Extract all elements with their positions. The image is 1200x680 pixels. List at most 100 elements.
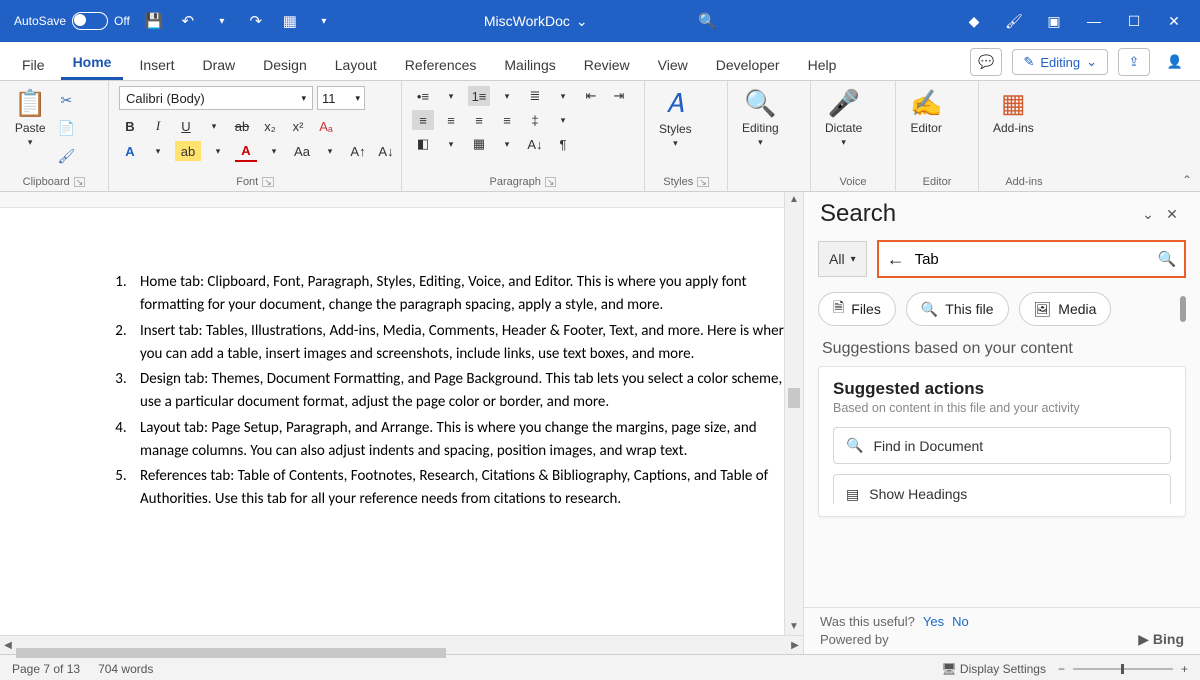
list-item[interactable]: Insert tab: Tables, Illustrations, Add-i… bbox=[130, 320, 803, 367]
subscript-button[interactable]: x₂ bbox=[259, 116, 281, 136]
justify-button[interactable]: ≡ bbox=[496, 110, 518, 130]
copy-icon[interactable]: 📄 bbox=[54, 116, 78, 140]
align-center-button[interactable]: ≡ bbox=[440, 110, 462, 130]
superscript-button[interactable]: x² bbox=[287, 116, 309, 136]
dictate-button[interactable]: 🎤Dictate▾ bbox=[817, 84, 870, 152]
share-button[interactable]: ⇪ bbox=[1118, 48, 1150, 76]
pane-collapse-icon[interactable]: ⌄ bbox=[1136, 202, 1160, 226]
useful-no-link[interactable]: No bbox=[952, 614, 969, 629]
align-left-button[interactable]: ≡ bbox=[412, 110, 434, 130]
tab-layout[interactable]: Layout bbox=[323, 49, 389, 80]
multilevel-button[interactable]: ≣ bbox=[524, 86, 546, 106]
clear-format-button[interactable]: Aₐ bbox=[315, 116, 337, 136]
useful-yes-link[interactable]: Yes bbox=[923, 614, 944, 629]
action-show-headings[interactable]: ▤Show Headings bbox=[833, 474, 1171, 504]
tab-home[interactable]: Home bbox=[61, 46, 124, 80]
qa-dropdown-icon[interactable]: ▾ bbox=[314, 11, 334, 31]
tab-help[interactable]: Help bbox=[796, 49, 849, 80]
highlight-button[interactable]: ab bbox=[175, 141, 201, 161]
tab-developer[interactable]: Developer bbox=[704, 49, 792, 80]
show-marks-button[interactable]: ¶ bbox=[552, 134, 574, 154]
chip-media[interactable]: 🖼Media bbox=[1019, 292, 1112, 326]
styles-button[interactable]: 𝐴Styles▾ bbox=[651, 84, 700, 153]
ruler[interactable] bbox=[0, 192, 803, 208]
search-scope-select[interactable]: All▾ bbox=[818, 241, 867, 277]
dec-indent-button[interactable]: ⇤ bbox=[580, 86, 602, 106]
italic-button[interactable]: I bbox=[147, 116, 169, 136]
zoom-in-icon[interactable]: + bbox=[1181, 662, 1188, 676]
brush-icon[interactable]: 🖌 bbox=[1006, 13, 1022, 29]
underline-button[interactable]: U bbox=[175, 116, 197, 136]
qa-table-icon[interactable]: ▦ bbox=[280, 11, 300, 31]
tab-draw[interactable]: Draw bbox=[190, 49, 247, 80]
undo-icon[interactable]: ↶ bbox=[178, 11, 198, 31]
align-right-button[interactable]: ≡ bbox=[468, 110, 490, 130]
tab-mailings[interactable]: Mailings bbox=[492, 49, 567, 80]
pane-close-icon[interactable]: ✕ bbox=[1160, 202, 1184, 226]
borders-button[interactable]: ▦ bbox=[468, 134, 490, 154]
account-icon[interactable]: 👤 bbox=[1160, 49, 1190, 75]
tab-references[interactable]: References bbox=[393, 49, 489, 80]
window-icon[interactable]: ▣ bbox=[1046, 13, 1062, 29]
font-launcher[interactable]: ↘ bbox=[262, 177, 274, 187]
save-icon[interactable]: 💾 bbox=[144, 11, 164, 31]
minimize-button[interactable]: — bbox=[1086, 13, 1102, 29]
font-name-select[interactable]: Calibri (Body)▾ bbox=[119, 86, 313, 110]
list-item[interactable]: Design tab: Themes, Document Formatting,… bbox=[130, 368, 803, 415]
search-input[interactable] bbox=[913, 250, 1150, 269]
addins-button[interactable]: ▦Add-ins bbox=[985, 84, 1042, 139]
zoom-out-icon[interactable]: − bbox=[1058, 662, 1065, 676]
scroll-down-icon[interactable]: ▼ bbox=[785, 619, 803, 635]
grow-font-button[interactable]: A↑ bbox=[347, 141, 369, 161]
text-effects-button[interactable]: A bbox=[119, 141, 141, 161]
editor-button[interactable]: ✍Editor bbox=[902, 84, 950, 139]
collapse-ribbon-icon[interactable]: ⌃ bbox=[1182, 173, 1192, 187]
back-arrow-icon[interactable]: ← bbox=[879, 249, 913, 270]
cut-icon[interactable]: ✂ bbox=[54, 88, 78, 112]
comments-button[interactable]: 💬 bbox=[970, 48, 1002, 76]
sort-button[interactable]: A↓ bbox=[524, 134, 546, 154]
strike-button[interactable]: ab bbox=[231, 116, 253, 136]
clipboard-launcher[interactable]: ↘ bbox=[74, 177, 86, 187]
search-submit-icon[interactable]: 🔍 bbox=[1150, 250, 1184, 268]
diamond-icon[interactable]: ◆ bbox=[966, 13, 982, 29]
tab-file[interactable]: File bbox=[10, 49, 57, 80]
close-button[interactable]: ✕ bbox=[1166, 13, 1182, 29]
change-case-button[interactable]: Aa bbox=[291, 141, 313, 161]
zoom-control[interactable]: − + bbox=[1058, 662, 1188, 676]
scroll-up-icon[interactable]: ▲ bbox=[785, 192, 803, 208]
document-pane[interactable]: Home tab: Clipboard, Font, Paragraph, St… bbox=[0, 192, 803, 635]
chips-overflow-icon[interactable] bbox=[1180, 296, 1186, 322]
bullets-button[interactable]: •≡ bbox=[412, 86, 434, 106]
tab-design[interactable]: Design bbox=[251, 49, 319, 80]
shading-button[interactable]: ◧ bbox=[412, 134, 434, 154]
list-item[interactable]: Layout tab: Page Setup, Paragraph, and A… bbox=[130, 417, 803, 464]
shrink-font-button[interactable]: A↓ bbox=[375, 141, 397, 161]
bold-button[interactable]: B bbox=[119, 116, 141, 136]
vertical-scrollbar[interactable]: ▲ ▼ bbox=[784, 192, 803, 635]
maximize-button[interactable]: ☐ bbox=[1126, 13, 1142, 29]
underline-dropdown[interactable]: ▾ bbox=[203, 116, 225, 136]
chip-thisfile[interactable]: 🔍This file bbox=[906, 292, 1009, 326]
paragraph-launcher[interactable]: ↘ bbox=[545, 177, 557, 187]
document-title[interactable]: MiscWorkDoc ⌄ bbox=[484, 13, 588, 30]
editing-mode-button[interactable]: ✎ Editing ⌄ bbox=[1012, 49, 1108, 75]
font-size-select[interactable]: 11▾ bbox=[317, 86, 365, 110]
action-find-in-document[interactable]: 🔍Find in Document bbox=[833, 427, 1171, 464]
line-spacing-button[interactable]: ‡ bbox=[524, 110, 546, 130]
inc-indent-button[interactable]: ⇥ bbox=[608, 86, 630, 106]
numbering-button[interactable]: 1≡ bbox=[468, 86, 490, 106]
display-settings[interactable]: 🖥 Display Settings bbox=[941, 662, 1046, 676]
tab-insert[interactable]: Insert bbox=[127, 49, 186, 80]
zoom-slider[interactable] bbox=[1073, 668, 1173, 670]
redo-icon[interactable]: ↷ bbox=[246, 11, 266, 31]
paste-button[interactable]: 📋 Paste ▾ bbox=[6, 84, 54, 152]
font-color-button[interactable]: A bbox=[235, 140, 257, 162]
chip-files[interactable]: 🗎Files bbox=[818, 292, 896, 326]
styles-launcher[interactable]: ↘ bbox=[697, 177, 709, 187]
undo-dropdown-icon[interactable]: ▾ bbox=[212, 11, 232, 31]
format-painter-icon[interactable]: 🖌 bbox=[54, 144, 78, 168]
document-page[interactable]: Home tab: Clipboard, Font, Paragraph, St… bbox=[0, 207, 803, 680]
find-button[interactable]: 🔍Editing▾ bbox=[734, 84, 787, 152]
tab-view[interactable]: View bbox=[646, 49, 700, 80]
